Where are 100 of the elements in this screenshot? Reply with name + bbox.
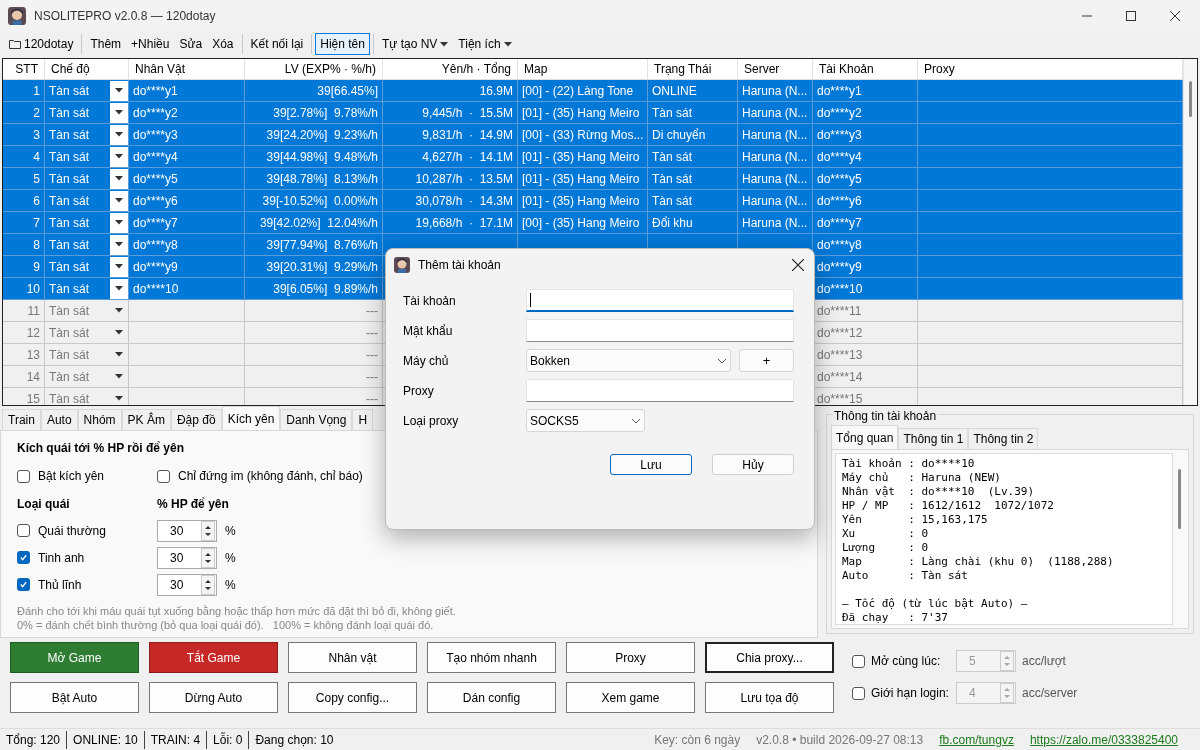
table-cell-text: do****y6 [817, 192, 862, 210]
table-cell-text: 3 [33, 126, 40, 144]
table-cell-text: 14 [26, 368, 40, 386]
field-label: Máy chủ [403, 352, 450, 370]
table-cell-text: --- [366, 390, 378, 405]
status-text: Tổng: 120 [6, 731, 62, 749]
table-cell-text: Haruna (N... [742, 170, 808, 188]
status-text: ONLINE: 10 [66, 730, 144, 749]
table-cell-text: --- [366, 324, 378, 342]
table-cell-text: [01] - (35) Hang Meiro [522, 148, 640, 166]
license-text: Key: còn 6 ngày [654, 731, 741, 749]
table-cell-text: do****y3 [133, 126, 178, 144]
table-cell-text: do****y8 [817, 236, 862, 254]
table-cell-text: 16.9M [479, 82, 513, 100]
status-text: Đang chọn: 10 [248, 730, 340, 749]
table-cell-text: 11 [27, 302, 40, 320]
table-cell-text: 39[20.31%] 9.29%/h [266, 258, 378, 276]
table-cell-text: ONLINE [652, 82, 697, 100]
dialog-title: Thêm tài khoản [418, 257, 501, 274]
table-cell-text: do****y2 [133, 104, 178, 122]
table-cell-text: 6 [33, 192, 40, 210]
table-cell-text: do****y9 [817, 258, 862, 276]
table-cell-text: [01] - (35) Hang Meiro [522, 192, 640, 210]
checkbox-label: Bật kích yên [38, 468, 105, 485]
status-text: Lỗi: 0 [206, 730, 249, 749]
table-cell-text: do****y7 [817, 214, 862, 232]
table-cell-text: do****y6 [133, 192, 178, 210]
table-cell-text: [00] - (35) Hang Meiro [522, 214, 640, 232]
table-cell-text: 4,627/h · 14.1M [422, 148, 513, 166]
table-cell-text: 15 [26, 390, 40, 405]
checkbox-label: Giới hạn login: [871, 685, 949, 702]
column-label: % HP để yên [157, 496, 229, 513]
status-text: TRAIN: 4 [143, 730, 207, 749]
table-cell-text: do****11 [817, 302, 862, 320]
hint-text: 0% = đánh chết bình thường (bỏ qua loại quái đó). 100% = không đánh loại quái đó. [17, 618, 435, 632]
checkbox-label: Tinh anh [38, 549, 85, 567]
table-cell-text: do****y5 [133, 170, 178, 188]
unit-label: acc/lượt [1022, 653, 1066, 670]
section-heading: Kích quái tới % HP rồi để yên [17, 440, 185, 457]
table-cell-text: do****y4 [817, 148, 862, 166]
table-cell-text: 19,668/h · 17.1M [415, 214, 513, 232]
checkbox-label: Mở cùng lúc: [871, 653, 941, 670]
table-cell-text: do****13 [817, 346, 863, 364]
table-cell-text: Di chuyển [652, 126, 706, 144]
table-cell-text: 39[-10.52%] 0.00%/h [262, 192, 378, 210]
table-cell-text: 1 [33, 82, 40, 100]
table-cell-text: do****y1 [817, 82, 862, 100]
table-cell-text: --- [366, 302, 378, 320]
table-cell-text: do****y3 [817, 126, 862, 144]
checkbox-label: Quái thường [38, 522, 106, 540]
table-cell-text: Haruna (N... [742, 104, 808, 122]
unit-label: % [225, 549, 236, 567]
table-cell-text: --- [366, 346, 378, 364]
table-cell-text: 8 [33, 236, 40, 254]
table-cell-text: 9,831/h · 14.9M [422, 126, 513, 144]
table-cell-text: 13 [26, 346, 40, 364]
table-cell-text: 39[44.98%] 9.48%/h [266, 148, 378, 166]
table-cell-text: 4 [33, 148, 40, 166]
table-cell-text: [01] - (35) Hang Meiro [522, 104, 640, 122]
table-cell-text: 39[77.94%] 8.76%/h [266, 236, 378, 254]
checkbox-label: Chỉ đứng im (không đánh, chỉ báo) [178, 468, 363, 485]
table-cell-text: Tàn sát [652, 192, 693, 210]
table-cell-text: Tàn sát [652, 170, 693, 188]
field-label: Proxy [403, 382, 435, 400]
table-cell-text: 39[2.78%] 9.78%/h [273, 104, 378, 122]
table-cell-text: 7 [33, 214, 40, 232]
table-cell-text: 39[66.45%] [317, 82, 378, 100]
table-cell-text: 39[24.20%] 9.23%/h [266, 126, 378, 144]
table-cell-text: do****y8 [133, 236, 178, 254]
table-cell-text: do****y4 [133, 148, 178, 166]
table-cell-text: Haruna (N... [742, 192, 808, 210]
table-cell-text: 9,445/h · 15.5M [422, 104, 513, 122]
table-cell-text: do****y7 [133, 214, 178, 232]
table-cell-text: [00] - (22) Làng Tone [522, 82, 634, 100]
table-cell-text: [00] - (33) Rừng Mos... [522, 126, 644, 144]
field-label: Loại proxy [403, 412, 460, 430]
table-cell-text: 10 [26, 280, 40, 298]
table-cell-text: do****10 [817, 280, 863, 298]
table-cell-text: Haruna (N... [742, 148, 808, 166]
unit-label: % [225, 576, 236, 594]
table-cell-text: do****10 [133, 280, 179, 298]
table-cell-text: 39[42.02%] 12.04%/h [259, 214, 378, 232]
table-cell-text: do****y2 [817, 104, 862, 122]
table-cell-text: do****15 [817, 390, 863, 405]
unit-label: % [225, 522, 236, 540]
table-cell-text: do****y5 [817, 170, 862, 188]
column-label: Loại quái [17, 496, 71, 513]
table-cell-text: Haruna (N... [742, 82, 808, 100]
table-cell-text: 9 [33, 258, 40, 276]
table-cell-text: 5 [33, 170, 40, 188]
checkbox-label: Thủ lĩnh [38, 576, 82, 594]
table-cell-text: do****12 [817, 324, 863, 342]
table-cell-text: do****y1 [133, 82, 178, 100]
build-text: v2.0.8 • build 2026-09-27 08:13 [756, 731, 924, 749]
table-cell-text: 2 [33, 104, 40, 122]
unit-label: acc/server [1022, 685, 1078, 702]
table-cell-text: [01] - (35) Hang Meiro [522, 170, 640, 188]
field-label: Tài khoản [403, 292, 457, 310]
table-cell-text: 10,287/h · 13.5M [415, 170, 513, 188]
hint-text: Đánh cho tới khi máu quái tụt xuống bằng hoặc thấp hơn mức đã đặt thì bỏ đi, không giết. [17, 604, 457, 618]
